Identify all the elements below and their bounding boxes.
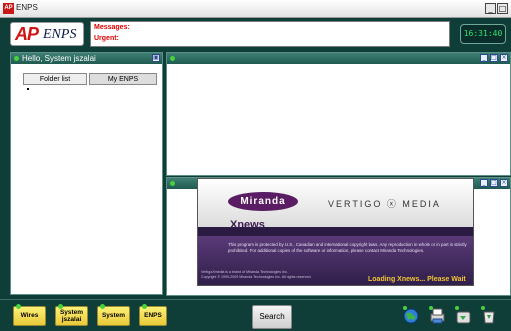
copyright-block: VertigoXmedia is a brand of Miranda Tech… <box>201 270 351 280</box>
panel-close-icon[interactable]: × <box>500 54 508 62</box>
left-panel-title: Hello, System jszalai <box>22 54 96 63</box>
folder-button-wires[interactable]: Wires <box>13 304 46 326</box>
logo-ap: AP <box>15 24 39 44</box>
app-icon: AP <box>3 3 14 14</box>
message-box[interactable]: Messages: Urgent: <box>90 21 450 47</box>
panel-restore-icon[interactable]: ▣ <box>152 54 160 62</box>
left-panel: Hello, System jszalai ▣ Folder list My E… <box>10 52 163 295</box>
folder-dot-icon <box>142 304 147 309</box>
panel-minimize-icon[interactable]: _ <box>480 54 488 62</box>
splash-screen: Miranda VERTIGO ⓧ MEDIA Xnews This progr… <box>197 178 474 286</box>
splash-info: This program is protected by U.S., Canad… <box>198 236 473 285</box>
folder-dot-icon <box>100 304 105 309</box>
window-title: ENPS <box>16 3 38 12</box>
panel-minimize-icon[interactable]: _ <box>480 179 488 187</box>
clock-display: 16:31:40 <box>460 24 506 44</box>
drive-icon[interactable] <box>454 305 472 325</box>
tree-node[interactable] <box>27 88 29 90</box>
logo-enps: ENPS <box>43 27 77 42</box>
folder-button-enps[interactable]: ENPS <box>139 304 167 326</box>
panel-maximize-icon[interactable]: □ <box>490 179 498 187</box>
folder-dot-icon <box>16 304 21 309</box>
folder-button-system-jszalai[interactable]: System jszalai <box>55 304 88 326</box>
globe-icon[interactable] <box>402 305 420 325</box>
folder-dot-icon <box>58 304 63 309</box>
folder-button-system[interactable]: System <box>97 304 130 326</box>
search-button[interactable]: Search <box>252 305 292 329</box>
top-right-panel: _ □ × <box>166 52 511 176</box>
ap-enps-logo: AP ENPS <box>10 22 84 46</box>
top-panel-header: _ □ × <box>167 53 510 64</box>
window-titlebar: AP ENPS _ □ <box>0 0 511 18</box>
loading-status: Loading Xnews... Please Wait <box>368 276 466 283</box>
tab-folder-list[interactable]: Folder list <box>23 73 87 85</box>
printer-icon[interactable] <box>428 305 446 325</box>
tab-my-enps[interactable]: My ENPS <box>89 73 157 85</box>
left-panel-header: Hello, System jszalai ▣ <box>11 53 162 64</box>
maximize-button[interactable]: □ <box>497 3 508 14</box>
panel-close-icon[interactable]: × <box>500 179 508 187</box>
messages-label: Messages: <box>94 24 130 31</box>
product-name: Xnews <box>230 219 265 231</box>
status-dot-icon <box>170 56 175 61</box>
miranda-logo: Miranda <box>228 192 298 211</box>
status-dot-icon <box>170 181 175 186</box>
panel-maximize-icon[interactable]: □ <box>490 54 498 62</box>
status-dot-icon <box>14 56 19 61</box>
copyright-text: Copyright © 1999-2009 Miranda Technologi… <box>201 275 312 279</box>
urgent-label: Urgent: <box>94 35 119 42</box>
minimize-button[interactable]: _ <box>485 3 496 14</box>
recycle-icon[interactable] <box>480 305 498 325</box>
vertigo-media-logo: VERTIGO ⓧ MEDIA <box>328 199 441 209</box>
legal-text: This program is protected by U.S., Canad… <box>228 242 467 253</box>
